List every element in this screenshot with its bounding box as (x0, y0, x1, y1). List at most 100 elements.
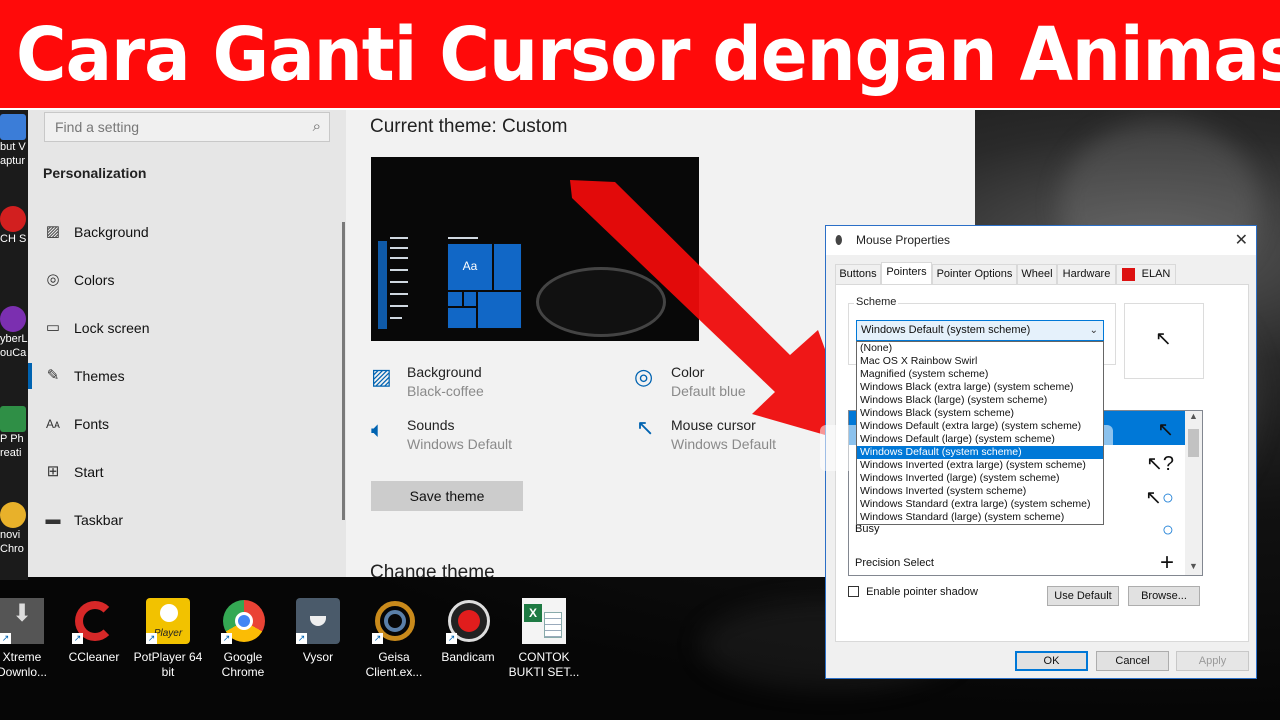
list-item[interactable]: Windows Standard (large) (system scheme) (857, 511, 1103, 524)
list-item-selected[interactable]: Windows Default (system scheme) (857, 446, 1103, 459)
desktop-icon-label: Bandicam (441, 650, 495, 664)
tab-hardware[interactable]: Hardware (1057, 264, 1116, 285)
background-info[interactable]: Background Black-coffee (407, 364, 484, 399)
chevron-up-icon[interactable]: ▲ (1185, 411, 1202, 425)
preview-tile (493, 243, 522, 291)
use-default-button[interactable]: Use Default (1047, 586, 1119, 606)
working-cursor-icon: ↖○ (1145, 487, 1174, 509)
desktop-icon-label: P Ph reati (0, 433, 24, 459)
desktop-icon[interactable]: ↗ CCleaner (54, 598, 134, 665)
shortcut-arrow-icon: ↗ (146, 633, 157, 644)
scheme-dropdown-list: (None) Mac OS X Rainbow Swirl Magnified … (856, 341, 1104, 525)
scrollbar-thumb[interactable] (1188, 429, 1199, 457)
mouse-cursor-info[interactable]: Mouse cursor Windows Default (671, 417, 776, 452)
theme-preview: Aa (371, 157, 699, 341)
cursor-row[interactable]: Precision Select + (849, 547, 1186, 576)
desktop-icon[interactable]: P Ph reati (0, 406, 28, 460)
color-info[interactable]: Color Default blue (671, 364, 746, 399)
list-item[interactable]: Mac OS X Rainbow Swirl (857, 355, 1103, 368)
close-icon[interactable]: ✕ (1235, 226, 1248, 255)
desktop-icon[interactable]: ⬇ ↗ Xtreme Downlo... (0, 598, 62, 680)
list-item[interactable]: Windows Inverted (system scheme) (857, 485, 1103, 498)
chevron-down-icon: ⌄ (1089, 325, 1098, 336)
preview-line (390, 281, 408, 283)
sidebar-scrollbar[interactable] (342, 222, 345, 520)
sounds-info[interactable]: Sounds Windows Default (407, 417, 512, 452)
list-item[interactable]: Magnified (system scheme) (857, 368, 1103, 381)
search-input[interactable]: Find a setting ⌕ (44, 112, 330, 142)
font-icon: Aᴀ (46, 417, 60, 431)
desktop-icon[interactable]: yberL ouCa (0, 306, 28, 360)
tab-pointers[interactable]: Pointers (881, 262, 932, 286)
chevron-down-icon[interactable]: ▼ (1185, 561, 1202, 575)
list-item[interactable]: Windows Black (extra large) (system sche… (857, 381, 1103, 394)
settings-sidebar: Find a setting ⌕ Personalization ▨ Backg… (28, 110, 346, 577)
preview-line (390, 293, 408, 295)
info-title: Color (671, 364, 705, 380)
nav-selected-indicator (28, 363, 32, 389)
nav-item-themes[interactable]: ✎ Themes (43, 361, 333, 391)
list-item[interactable]: Windows Inverted (large) (system scheme) (857, 472, 1103, 485)
desktop-icon[interactable]: ↗ Vysor (278, 598, 358, 665)
picture-icon: ▨ (45, 223, 61, 240)
info-value: Windows Default (407, 436, 513, 452)
tab-buttons[interactable]: Buttons (835, 264, 881, 285)
list-item[interactable]: Windows Default (large) (system scheme) (857, 433, 1103, 446)
save-theme-button[interactable]: Save theme (371, 481, 523, 511)
tab-elan[interactable]: ELAN (1116, 264, 1176, 285)
list-item[interactable]: Windows Black (system scheme) (857, 407, 1103, 420)
tab-pointer-options[interactable]: Pointer Options (932, 264, 1017, 285)
apply-button[interactable]: Apply (1176, 651, 1249, 671)
app-icon (0, 502, 26, 528)
list-scrollbar[interactable]: ▲ ▼ (1185, 411, 1202, 575)
dialog-title: Mouse Properties (856, 233, 951, 247)
desktop-icon[interactable]: CH S (0, 206, 28, 246)
cancel-button[interactable]: Cancel (1096, 651, 1169, 671)
cursor-preview: ↖ (1124, 303, 1204, 379)
dialog-titlebar[interactable]: ⬮ Mouse Properties ✕ (826, 226, 1256, 255)
preview-tile (463, 291, 477, 307)
lock-screen-icon: ▭ (45, 319, 61, 336)
list-item[interactable]: (None) (857, 342, 1103, 355)
desktop-icon[interactable]: but V aptur (0, 114, 28, 168)
list-item[interactable]: Windows Black (large) (system scheme) (857, 394, 1103, 407)
geisa-icon: ↗ (372, 598, 416, 644)
crosshair-cursor-icon: + (1159, 549, 1174, 576)
desktop-icon[interactable]: Player ↗ PotPlayer 64 bit (128, 598, 208, 680)
desktop-icon[interactable]: ↗ Geisa Client.ex... (354, 598, 434, 680)
desktop-icon[interactable]: ↗ Google Chrome (203, 598, 283, 680)
taskbar-icon: ▬ (45, 511, 61, 528)
preview-line (390, 317, 402, 319)
ok-button[interactable]: OK (1015, 651, 1088, 671)
scheme-select[interactable]: Windows Default (system scheme) ⌄ (856, 320, 1104, 341)
nav-item-start[interactable]: ⊞ Start (43, 457, 333, 487)
nav-label: Taskbar (74, 512, 124, 528)
desktop-icon[interactable]: ↗ Bandicam (428, 598, 508, 665)
nav-item-taskbar[interactable]: ▬ Taskbar (43, 505, 333, 535)
list-item[interactable]: Windows Standard (extra large) (system s… (857, 498, 1103, 511)
elan-icon (1122, 268, 1135, 281)
desktop-icon-label: Geisa Client.ex... (365, 650, 423, 679)
arrow-cursor-icon: ↖ (1157, 419, 1174, 441)
tab-wheel[interactable]: Wheel (1017, 264, 1057, 285)
nav-item-lock-screen[interactable]: ▭ Lock screen (43, 313, 333, 343)
desktop-icons-left: but V aptur CH S yberL ouCa P Ph reati n… (0, 110, 28, 580)
desktop-icon-label: yberL ouCa (0, 333, 28, 359)
preview-tile: Aa (447, 243, 493, 291)
list-item[interactable]: Windows Default (extra large) (system sc… (857, 420, 1103, 433)
nav-item-colors[interactable]: ◎ Colors (43, 265, 333, 295)
checkbox-box[interactable] (848, 586, 859, 597)
nav-item-fonts[interactable]: Aᴀ Fonts (43, 409, 333, 439)
list-item[interactable]: Windows Inverted (extra large) (system s… (857, 459, 1103, 472)
browse-button[interactable]: Browse... (1128, 586, 1200, 606)
tab-label: ELAN (1141, 268, 1171, 280)
info-title: Mouse cursor (671, 417, 756, 433)
desktop-icon-label: Google Chrome (221, 650, 265, 679)
nav-label: Start (74, 464, 104, 480)
pointer-shadow-checkbox[interactable]: Enable pointer shadow (848, 586, 978, 598)
mouse-properties-dialog: ⬮ Mouse Properties ✕ Buttons Pointers Po… (825, 225, 1257, 679)
desktop-icon[interactable]: novi Chro (0, 502, 28, 556)
desktop-icon[interactable]: X CONTOK BUKTI SET... (504, 598, 584, 680)
nav-item-background[interactable]: ▨ Background (43, 217, 333, 247)
preview-line (390, 305, 408, 307)
